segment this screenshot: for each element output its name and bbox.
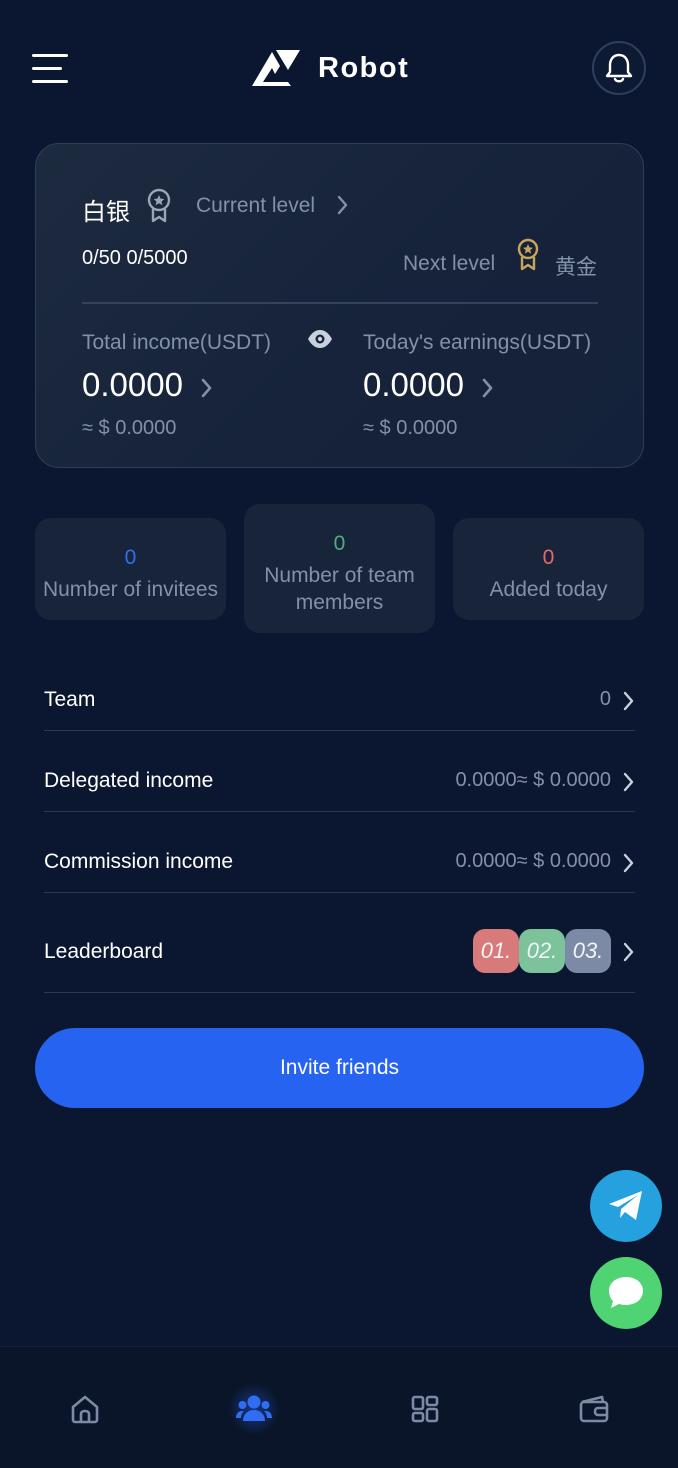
leaderboard-label: Leaderboard [44,940,164,963]
delegated-income-value: 0.0000≈ $ 0.0000 [455,769,611,791]
chevron-right-icon [623,691,634,711]
app-header: Robot [0,0,678,136]
chevron-right-icon[interactable] [481,377,495,399]
total-income-value: 0.0000 [82,366,183,403]
nav-home[interactable] [65,1389,105,1429]
bell-icon [605,53,633,83]
leaderboard-row[interactable]: Leaderboard 01. 02. 03. [44,893,635,993]
delegated-income-row[interactable]: Delegated income 0.0000≈ $ 0.0000 [44,732,635,812]
today-earnings-approx: ≈ $ 0.0000 [363,417,458,439]
telegram-button[interactable] [590,1170,662,1242]
added-today-count: 0 [542,546,555,569]
today-earnings-label: Today's earnings(USDT) [363,331,592,354]
chevron-right-icon[interactable] [336,194,350,216]
current-level-name: 白银 [82,199,130,226]
chevron-right-icon [623,942,634,962]
notification-button[interactable] [592,41,646,95]
rank-badge-2: 02. [519,929,565,973]
chevron-right-icon [623,853,634,873]
invitees-label: Number of invitees [42,578,219,601]
divider [82,302,598,304]
eye-icon[interactable] [306,328,334,350]
level-card: 白银 Current level 0/50 0/5000 Next level … [35,143,644,468]
total-income-approx: ≈ $ 0.0000 [82,417,177,439]
apps-icon [411,1395,439,1423]
team-members-tile[interactable]: 0 Number of team members [244,504,435,633]
level-progress: 0/50 0/5000 [82,247,188,269]
team-members-count: 0 [333,532,346,555]
invitees-tile[interactable]: 0 Number of invitees [35,518,226,620]
silver-medal-icon [147,188,171,223]
hamburger-menu-icon[interactable] [32,54,68,84]
team-icon [236,1395,272,1421]
nav-apps[interactable] [405,1389,445,1429]
bottom-nav [0,1346,678,1468]
rank-badge-1: 01. [473,929,519,973]
chat-bubble-icon [609,1277,643,1308]
chevron-right-icon [623,772,634,792]
invite-friends-button[interactable]: Invite friends [35,1028,644,1108]
nav-wallet[interactable] [574,1389,614,1429]
invitees-count: 0 [124,546,137,569]
chevron-right-icon[interactable] [200,377,214,399]
commission-income-label: Commission income [44,850,234,873]
next-level-name: 黄金 [555,256,597,279]
next-level-label: Next level [403,252,496,275]
added-today-tile[interactable]: 0 Added today [453,518,644,620]
team-row-label: Team [44,688,96,711]
added-today-label: Added today [489,578,608,601]
today-earnings-value: 0.0000 [363,366,464,403]
gold-medal-icon [517,238,539,271]
delegated-income-label: Delegated income [44,769,214,792]
robot-logo-icon [252,50,300,86]
team-row[interactable]: Team 0 [44,651,635,731]
brand: Robot [250,48,409,88]
team-members-label: Number of team members [264,564,415,614]
commission-income-value: 0.0000≈ $ 0.0000 [455,850,611,872]
commission-income-row[interactable]: Commission income 0.0000≈ $ 0.0000 [44,813,635,893]
telegram-icon [609,1191,642,1220]
chat-button[interactable] [590,1257,662,1329]
home-icon [71,1395,99,1424]
current-level-link[interactable]: Current level [196,194,315,218]
nav-team[interactable] [228,1383,280,1435]
leaderboard-ranks: 01. 02. 03. [473,929,611,973]
wallet-icon [579,1395,609,1423]
brand-name: Robot [318,51,410,84]
total-income-label: Total income(USDT) [82,331,272,354]
rank-badge-3: 03. [565,929,611,973]
team-row-value: 0 [599,688,611,710]
